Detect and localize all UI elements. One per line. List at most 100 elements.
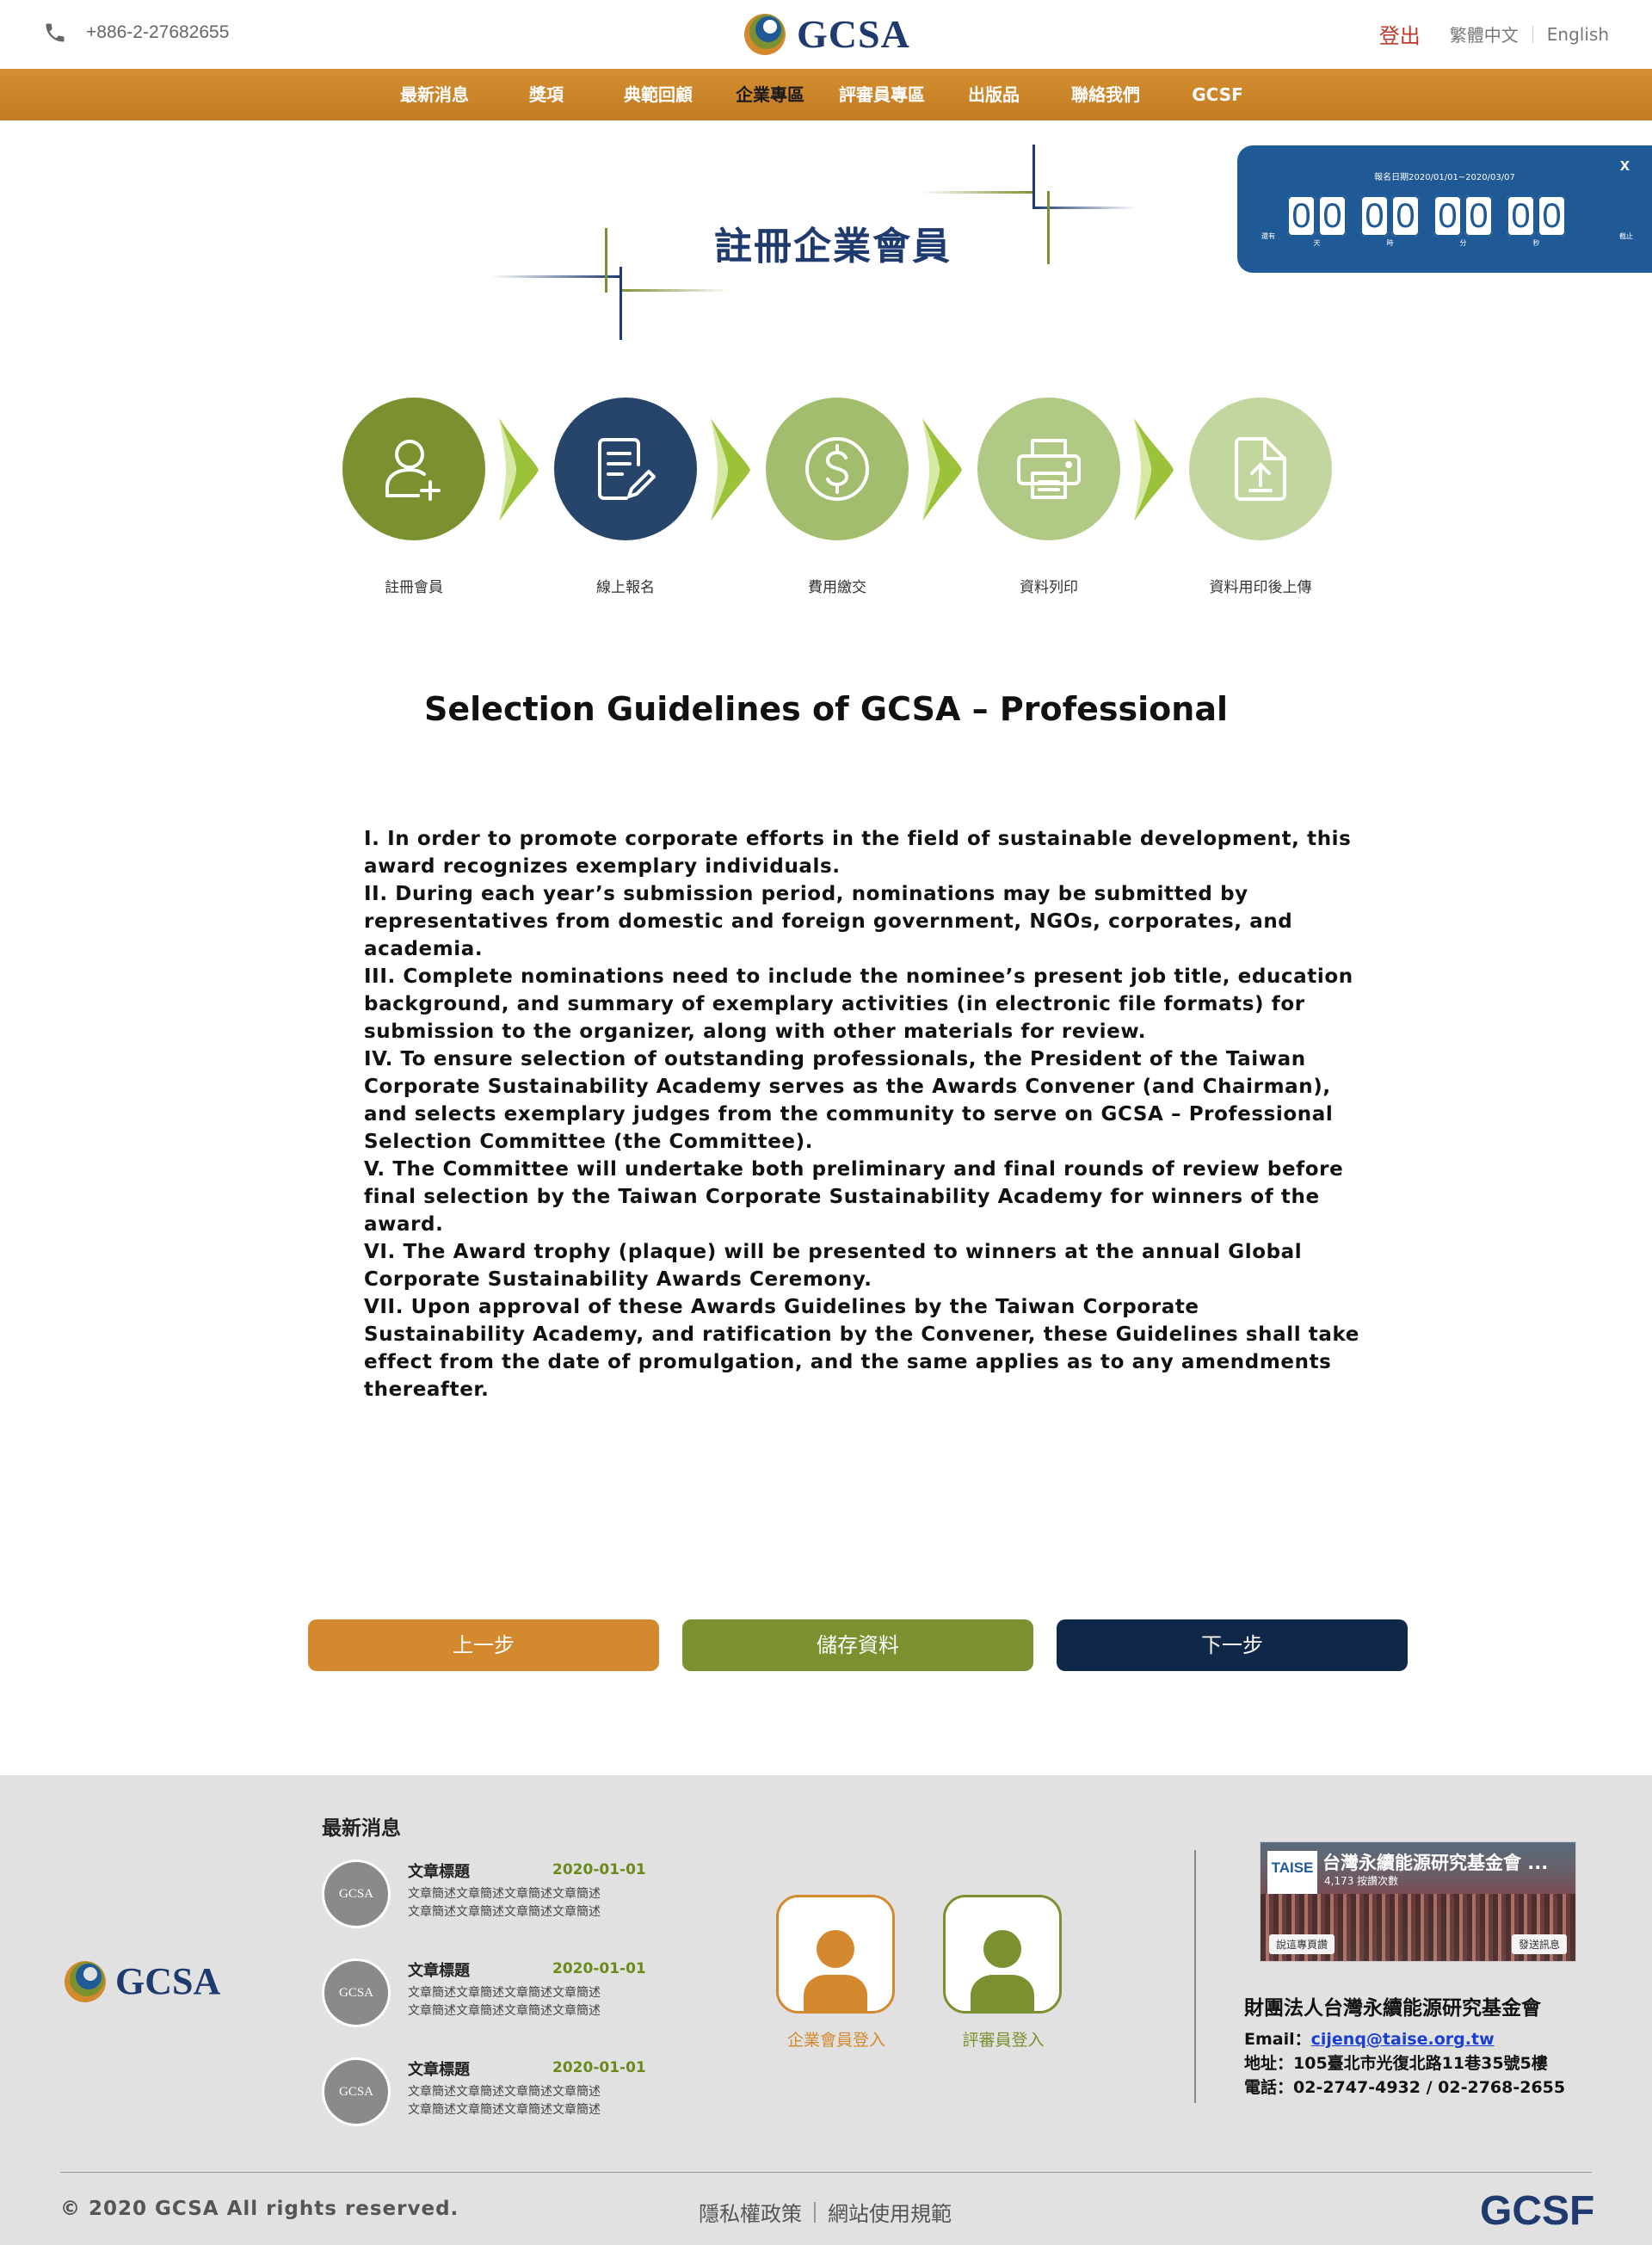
page-title-block: 註冊企業會員 xyxy=(490,138,1179,344)
org-tel: 電話：02-2747-4932 / 02-2768-2655 xyxy=(1244,2078,1566,2097)
org-address: 地址：105臺北市光復北路11巷35號5樓 xyxy=(1244,2054,1548,2073)
news-item[interactable]: GCSA 文章標題 2020-01-01 文章簡述文章簡述文章簡述文章簡述 文章簡… xyxy=(322,1958,649,2057)
news-item[interactable]: GCSA 文章標題 2020-01-01 文章簡述文章簡述文章簡述文章簡述 文章簡… xyxy=(322,2057,649,2156)
footer-rule xyxy=(60,2172,1592,2173)
guideline-item: VI. The Award trophy (plaque) will be pr… xyxy=(364,1241,1303,1291)
facebook-page-widget[interactable]: TAISE 台灣永續能源研究基金會 ... 4,173 按讚次數 說這專頁讚 發… xyxy=(1260,1841,1576,1962)
gcsf-logo[interactable]: GCSF xyxy=(1480,2187,1594,2235)
footer-logo-text: GCSA xyxy=(115,1959,221,2002)
document-edit-icon xyxy=(598,438,656,500)
fb-like-count: 4,173 按讚次數 xyxy=(1324,1875,1399,1887)
news-thumbnail: GCSA xyxy=(322,2057,391,2126)
news-title: 文章標題 xyxy=(408,1962,470,1980)
nav-item-contact[interactable]: 聯絡我們 xyxy=(1050,69,1162,120)
corporate-login-label[interactable]: 企業會員登入 xyxy=(759,2027,914,2051)
countdown-date-range: 報名日期2020/01/01~2020/03/07 xyxy=(1374,173,1515,182)
news-thumbnail: GCSA xyxy=(322,1958,391,2027)
save-data-button[interactable]: 儲存資料 xyxy=(682,1619,1033,1671)
countdown-unit-label: 天 xyxy=(1313,239,1321,247)
org-email: Email：cijenq@taise.org.tw xyxy=(1244,2027,1606,2051)
footer-divider xyxy=(1194,1850,1196,2103)
step-register[interactable]: 註冊會員 xyxy=(342,398,485,596)
fb-message-button[interactable]: 發送訊息 xyxy=(1511,1934,1567,1954)
org-email-label: Email： xyxy=(1244,2030,1311,2049)
guideline-item: II. During each year’s submission period… xyxy=(364,883,1293,960)
nav-item-gcsf[interactable]: GCSF xyxy=(1162,69,1273,120)
step-print[interactable]: 資料列印 xyxy=(977,398,1120,596)
lang-zh-link[interactable]: 繁體中文 xyxy=(1450,22,1519,46)
registration-countdown: x 報名日期2020/01/01~2020/03/07 還有 00 天 00 時… xyxy=(1237,145,1652,273)
news-date: 2020-01-01 xyxy=(552,2059,646,2076)
step-label: 資料列印 xyxy=(1020,579,1078,596)
nav-item-publications[interactable]: 出版品 xyxy=(938,69,1050,120)
guideline-item: VII. Upon approval of these Awards Guide… xyxy=(364,1296,1359,1401)
countdown-minutes: 00 分 xyxy=(1433,195,1493,248)
footer-news-heading: 最新消息 xyxy=(322,1817,401,1840)
countdown-digit: 0 xyxy=(1433,195,1462,237)
lang-en-link[interactable]: English xyxy=(1547,24,1609,45)
gcsa-logo-icon xyxy=(65,1961,106,2002)
step-arrow-icon xyxy=(1134,418,1174,521)
judge-login-label[interactable]: 評審員登入 xyxy=(926,2027,1081,2051)
news-title: 文章標題 xyxy=(408,2061,470,2079)
phone-number: +886-2-27682655 xyxy=(86,22,230,42)
site-logo[interactable]: GCSA xyxy=(742,10,910,57)
step-circle xyxy=(342,398,485,540)
privacy-policy-link[interactable]: 隱私權政策 xyxy=(699,2197,802,2227)
news-desc-line: 文章簡述文章簡述文章簡述文章簡述 xyxy=(408,1887,601,1901)
file-upload-icon xyxy=(1235,437,1286,501)
news-desc-line: 文章簡述文章簡述文章簡述文章簡述 xyxy=(408,2004,601,2018)
terms-link[interactable]: 網站使用規範 xyxy=(828,2197,952,2227)
org-email-link[interactable]: cijenq@taise.org.tw xyxy=(1311,2030,1495,2049)
page-title: 註冊企業會員 xyxy=(714,225,952,268)
judge-login-button[interactable] xyxy=(943,1895,1062,2014)
logout-link[interactable]: 登出 xyxy=(1379,19,1421,49)
step-arrow-icon xyxy=(499,418,539,521)
next-step-button[interactable]: 下一步 xyxy=(1057,1619,1408,1671)
printer-icon xyxy=(1017,439,1081,499)
step-arrow-icon xyxy=(711,418,750,521)
user-add-icon xyxy=(385,440,441,501)
user-icon xyxy=(971,1930,1034,2011)
countdown-digit: 0 xyxy=(1318,195,1347,237)
nav-item-awards[interactable]: 獎項 xyxy=(490,69,602,120)
nav-item-corporate[interactable]: 企業專區 xyxy=(714,69,826,120)
guideline-item: IV. To ensure selection of outstanding p… xyxy=(364,1048,1334,1153)
step-label: 資料用印後上傳 xyxy=(1209,579,1312,596)
footer-logo[interactable]: GCSA xyxy=(62,1958,220,2004)
nav-item-news[interactable]: 最新消息 xyxy=(379,69,490,120)
guideline-item: V. The Committee will undertake both pre… xyxy=(364,1158,1344,1236)
news-desc-line: 文章簡述文章簡述文章簡述文章簡述 xyxy=(408,1905,601,1919)
step-payment[interactable]: 費用繳交 xyxy=(766,398,909,596)
news-date: 2020-01-01 xyxy=(552,1960,646,1977)
countdown-digit: 0 xyxy=(1538,195,1566,237)
footer-news-list: GCSA 文章標題 2020-01-01 文章簡述文章簡述文章簡述文章簡述 文章簡… xyxy=(322,1860,649,2156)
news-desc-line: 文章簡述文章簡述文章簡述文章簡述 xyxy=(408,2103,601,2117)
step-circle xyxy=(977,398,1120,540)
nav-item-review[interactable]: 典範回顧 xyxy=(602,69,714,120)
phone-icon xyxy=(46,23,65,42)
main-nav: 最新消息 獎項 典範回顧 企業專區 評審員專區 出版品 聯絡我們 GCSF xyxy=(0,69,1652,120)
corporate-login-button[interactable] xyxy=(776,1895,895,2014)
news-desc: 文章簡述文章簡述文章簡述文章簡述 文章簡述文章簡述文章簡述文章簡述 xyxy=(408,1885,638,1921)
step-upload[interactable]: 資料用印後上傳 xyxy=(1189,398,1332,596)
prev-step-button[interactable]: 上一步 xyxy=(308,1619,659,1671)
guideline-item: I. In order to promote corporate efforts… xyxy=(364,828,1352,878)
nav-item-judges[interactable]: 評審員專區 xyxy=(826,69,938,120)
footer-links: 隱私權政策 網站使用規範 xyxy=(699,2197,952,2227)
lang-divider xyxy=(1532,25,1533,43)
fb-like-button[interactable]: 說這專頁讚 xyxy=(1269,1934,1335,1954)
guideline-item: III. Complete nominations need to includ… xyxy=(364,965,1353,1043)
news-date: 2020-01-01 xyxy=(552,1861,646,1878)
org-name: 財團法人台灣永續能源研究基金會 xyxy=(1244,1997,1541,2020)
fb-page-name[interactable]: 台灣永續能源研究基金會 ... xyxy=(1322,1849,1572,1875)
step-online-apply[interactable]: 線上報名 xyxy=(554,398,697,596)
guidelines-body: I. In order to promote corporate efforts… xyxy=(364,825,1362,1403)
top-bar: +886-2-27682655 GCSA 登出 繁體中文 English xyxy=(0,0,1652,69)
copyright: © 2020 GCSA All rights reserved. xyxy=(60,2198,459,2220)
step-label: 註冊會員 xyxy=(385,579,443,596)
news-item[interactable]: GCSA 文章標題 2020-01-01 文章簡述文章簡述文章簡述文章簡述 文章簡… xyxy=(322,1860,649,1958)
step-arrow-icon xyxy=(922,418,962,521)
dollar-icon xyxy=(805,437,869,501)
registration-steps: 註冊會員 線上報名 費用繳交 資料列印 資料用印後上傳 xyxy=(342,398,1332,596)
